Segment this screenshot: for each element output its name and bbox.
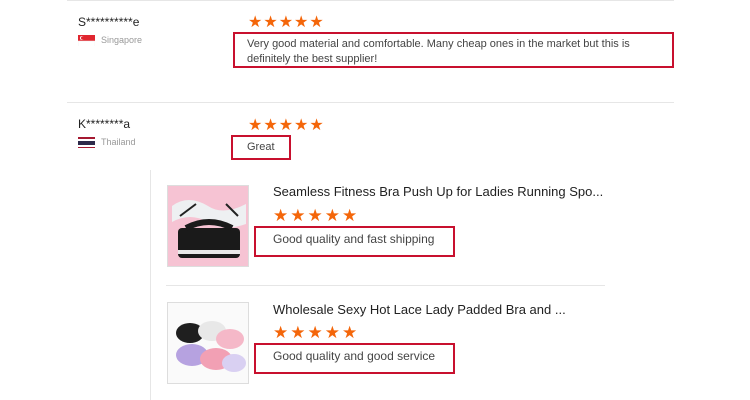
thailand-flag-icon — [78, 136, 95, 148]
reviewer-country: Thailand — [101, 137, 136, 147]
rating-stars: ★★★★★ — [248, 14, 325, 31]
reviewer-country: Singapore — [101, 35, 143, 45]
reviewer-name: K********a — [78, 117, 131, 131]
product-thumbnail[interactable] — [167, 185, 249, 267]
review-text: Very good material and comfortable. Many… — [247, 38, 630, 65]
product-divider — [166, 285, 605, 286]
reviewer-name: S**********e — [78, 15, 140, 29]
rating-stars: ★★★★★ — [273, 323, 360, 342]
product-title[interactable]: Seamless Fitness Bra Push Up for Ladies … — [273, 184, 603, 199]
product-thumbnail[interactable] — [167, 302, 249, 384]
top-divider — [67, 0, 674, 1]
review-divider — [67, 102, 674, 103]
product-panel-border — [150, 170, 151, 400]
rating-stars: ★★★★★ — [273, 206, 360, 225]
review-text: Great — [247, 141, 275, 153]
singapore-flag-icon — [78, 34, 95, 46]
product-title[interactable]: Wholesale Sexy Hot Lace Lady Padded Bra … — [273, 302, 566, 317]
review-text: Good quality and fast shipping — [273, 232, 435, 246]
review-text: Good quality and good service — [273, 349, 436, 363]
rating-stars: ★★★★★ — [248, 117, 325, 134]
